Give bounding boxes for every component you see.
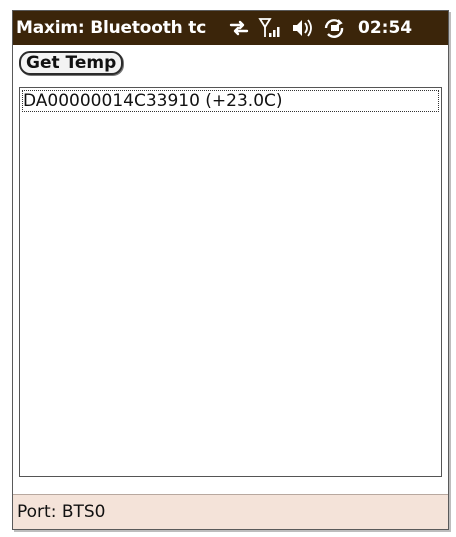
get-temp-button[interactable]: Get Temp: [19, 51, 124, 75]
sync-arrows-icon[interactable]: [226, 17, 252, 39]
speaker-icon[interactable]: [290, 17, 316, 39]
battery-charging-icon[interactable]: [322, 17, 348, 39]
signal-strength-icon[interactable]: [258, 17, 284, 39]
clock[interactable]: 02:54: [358, 18, 412, 38]
window-title: Maxim: Bluetooth tc: [16, 18, 207, 38]
status-bar: Port: BTS0: [13, 494, 448, 529]
list-item[interactable]: DA00000014C33910 (+23.0C): [22, 90, 439, 112]
app-window: Maxim: Bluetooth tc 02:54 Get Temp DA000…: [12, 10, 449, 530]
title-bar: Maxim: Bluetooth tc 02:54: [13, 11, 448, 45]
port-status-text: Port: BTS0: [17, 502, 106, 522]
device-list[interactable]: DA00000014C33910 (+23.0C): [19, 87, 442, 477]
status-tray: [226, 17, 354, 39]
